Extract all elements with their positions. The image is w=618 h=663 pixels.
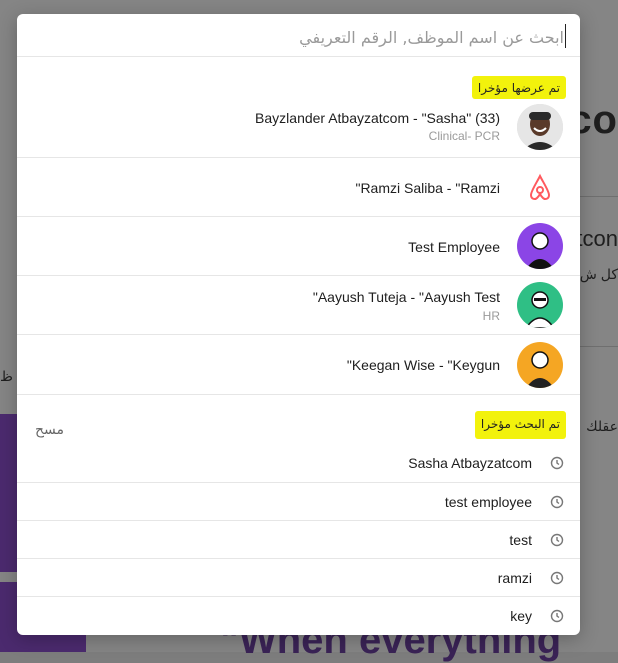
history-icon: [550, 571, 564, 585]
illustrated-avatar-orange: [517, 342, 563, 388]
history-icon: [550, 456, 564, 470]
search-bar: [17, 14, 580, 57]
clear-history-button[interactable]: مسح: [35, 421, 64, 438]
list-item[interactable]: Test Employee: [17, 216, 580, 276]
employee-name: Bayzlander Atbayzatcom - "Sasha" (33): [255, 110, 500, 126]
background-text-fragment: كل ش: [579, 266, 618, 282]
recent-search-item[interactable]: key: [17, 596, 580, 635]
employee-name: "Keegan Wise - "Keygun: [346, 357, 500, 373]
list-item[interactable]: Bayzlander Atbayzatcom - "Sasha" (33) Cl…: [17, 98, 580, 156]
recent-search-item[interactable]: test: [17, 520, 580, 559]
airbnb-logo-icon: [517, 164, 563, 210]
background-divider: [580, 346, 618, 347]
recent-search-text: test employee: [444, 494, 532, 510]
employee-name: "Aayush Tuteja - "Aayush Test: [312, 289, 500, 305]
history-icon: [550, 609, 564, 623]
illustrated-avatar-purple: [517, 223, 563, 269]
recently-viewed-heading: تم عرضها مؤخرا: [471, 76, 566, 99]
recent-search-item[interactable]: test employee: [17, 482, 580, 521]
recent-search-text: key: [510, 608, 532, 624]
recent-search-text: ramzi: [497, 570, 532, 586]
background-card: [0, 414, 18, 572]
employee-department: Clinical- PCR: [428, 129, 500, 143]
history-icon: [550, 495, 564, 509]
employee-name: "Ramzi Saliba - "Ramzi: [355, 180, 500, 196]
list-item[interactable]: "Keegan Wise - "Keygun: [17, 334, 580, 395]
background-name-fragment: tcon: [576, 226, 618, 251]
employee-department: HR: [482, 309, 500, 323]
search-input[interactable]: [42, 24, 566, 50]
recent-searches-header: تم البحث مؤخرا مسح: [17, 394, 580, 449]
recent-searches-heading: تم البحث مؤخرا: [474, 411, 566, 439]
recent-search-item[interactable]: Sasha Atbayzatcom: [17, 444, 580, 482]
employee-name: Test Employee: [408, 239, 500, 255]
background-text-fragment-right: عقلك: [586, 418, 618, 434]
recent-search-text: Sasha Atbayzatcom: [408, 455, 532, 471]
history-icon: [550, 533, 564, 547]
background-divider: [580, 196, 618, 197]
recent-search-text: test: [509, 532, 532, 548]
list-item[interactable]: "Ramzi Saliba - "Ramzi: [17, 157, 580, 217]
text-caret: [565, 24, 566, 48]
search-modal: تم عرضها مؤخرا Bayzlander Atbayzatcom - …: [17, 14, 580, 635]
recent-search-item[interactable]: ramzi: [17, 558, 580, 597]
background-text-fragment-left: ظ: [0, 368, 13, 384]
list-item[interactable]: "Aayush Tuteja - "Aayush Test HR: [17, 275, 580, 335]
photo-avatar: [517, 104, 563, 150]
illustrated-avatar-green: [517, 282, 563, 328]
